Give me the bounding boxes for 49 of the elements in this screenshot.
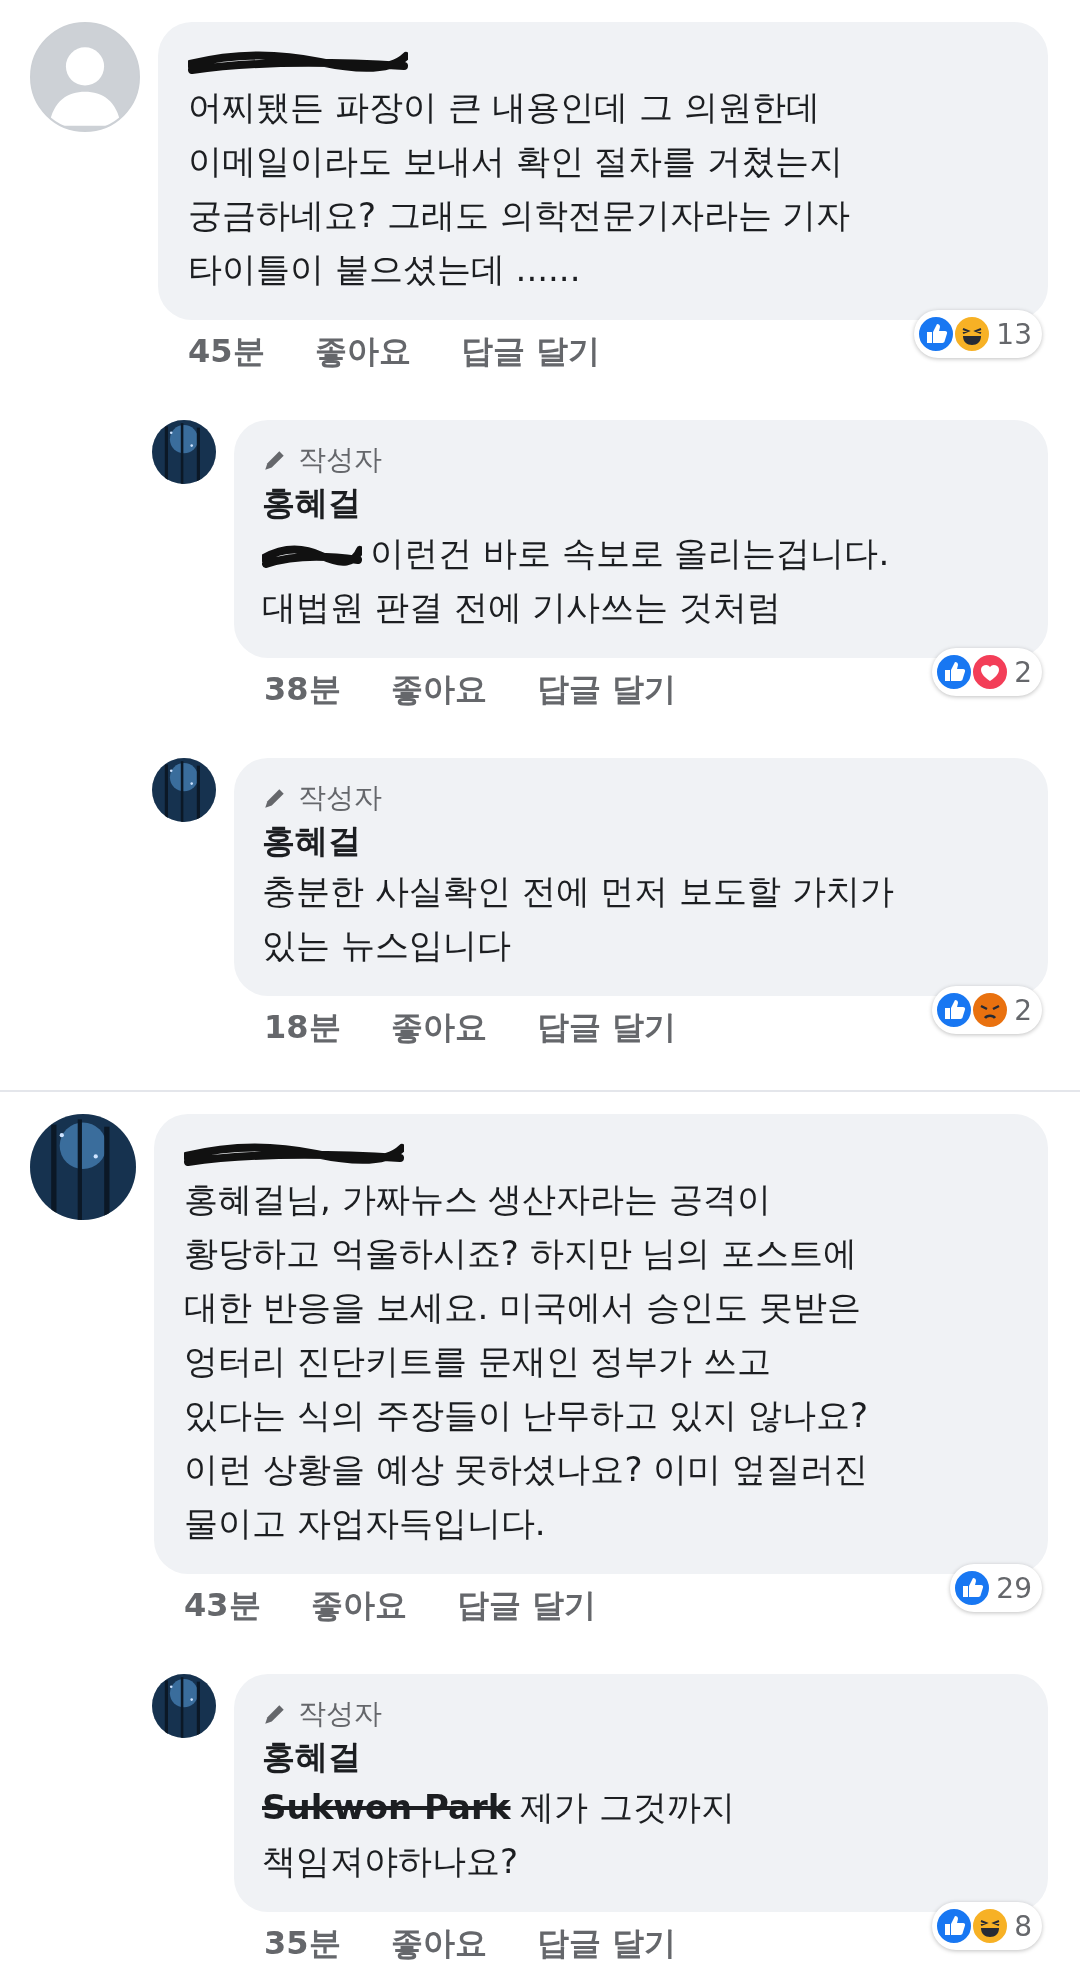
comment-text: 엉터리 진단키트를 문재인 정부가 쓰고 [184, 1340, 773, 1383]
comment-text: 충분한 사실확인 전에 먼저 보도할 가치가 [262, 870, 896, 913]
author-name[interactable]: 홍혜걸 [262, 818, 1022, 864]
reply-link[interactable]: 답글 달기 [536, 1922, 676, 1966]
author-name[interactable]: 홍혜걸 [262, 480, 1022, 526]
comment-text: 궁금하네요? 그래도 의학전문기자라는 기자 [188, 194, 852, 237]
author-name[interactable]: 홍혜걸 [262, 1734, 1022, 1780]
reaction-count: 2 [1014, 993, 1032, 1027]
comment-text: 어찌됐든 파장이 큰 내용인데 그 의원한데 [188, 86, 822, 129]
comment-text: 있다는 식의 주장들이 난무하고 있지 않나요? [184, 1394, 870, 1437]
comment-time: 18분 [264, 1007, 341, 1048]
comment-time: 43분 [184, 1585, 261, 1626]
like-link[interactable]: 좋아요 [390, 1006, 487, 1050]
comment-text: 책임져야하나요? [262, 1840, 520, 1883]
comment-text: 물이고 자업자득입니다. [184, 1502, 547, 1545]
like-link[interactable]: 좋아요 [390, 668, 487, 712]
reaction-count: 2 [1014, 655, 1032, 689]
reaction-count: 29 [996, 1571, 1032, 1605]
comment-text: 이런 상황을 예상 못하셨나요? 이미 엎질러진 [184, 1448, 870, 1491]
reaction-summary[interactable]: 13 [914, 310, 1042, 358]
reply-link[interactable]: 답글 달기 [536, 1006, 676, 1050]
comment-text: 이런건 바로 속보로 올리는겁니다. [262, 526, 1022, 580]
comment-text: Sukwon Park 제가 그것까지 [262, 1786, 737, 1829]
comment-text: 대한 반응을 보세요. 미국에서 승인도 못받은 [184, 1286, 862, 1329]
comment-text: 있는 뉴스입니다 [262, 924, 512, 967]
reply-link[interactable]: 답글 달기 [460, 330, 600, 374]
comment-text: 홍혜걸님, 가짜뉴스 생산자라는 공격이 [184, 1178, 773, 1221]
comment-time: 45분 [188, 331, 265, 372]
comment-text: 황당하고 억울하시죠? 하지만 님의 포스트에 [184, 1232, 859, 1275]
comment-text: 이메일이라도 보내서 확인 절차를 거쳤는지 [188, 140, 845, 183]
mention-link[interactable]: Sukwon Park [262, 1787, 511, 1827]
author-label: 작성자 [298, 442, 382, 478]
author-label: 작성자 [298, 780, 382, 816]
reaction-summary[interactable]: 8 [932, 1902, 1042, 1950]
comment-time: 35분 [264, 1923, 341, 1964]
like-link[interactable]: 좋아요 [390, 1922, 487, 1966]
reply-link[interactable]: 답글 달기 [536, 668, 676, 712]
comment-text: 타이틀이 붙으셨는데 ...... [188, 248, 582, 291]
reaction-summary[interactable]: 2 [932, 648, 1042, 696]
reaction-count: 13 [996, 317, 1032, 351]
reaction-summary[interactable]: 29 [950, 1564, 1042, 1612]
reaction-summary[interactable]: 2 [932, 986, 1042, 1034]
comment-time: 38분 [264, 669, 341, 710]
author-label: 작성자 [298, 1696, 382, 1732]
like-link[interactable]: 좋아요 [314, 330, 411, 374]
like-link[interactable]: 좋아요 [310, 1584, 407, 1628]
reaction-count: 8 [1014, 1909, 1032, 1943]
comment-text: 대법원 판결 전에 기사쓰는 것처럼 [262, 586, 783, 629]
reply-link[interactable]: 답글 달기 [456, 1584, 596, 1628]
